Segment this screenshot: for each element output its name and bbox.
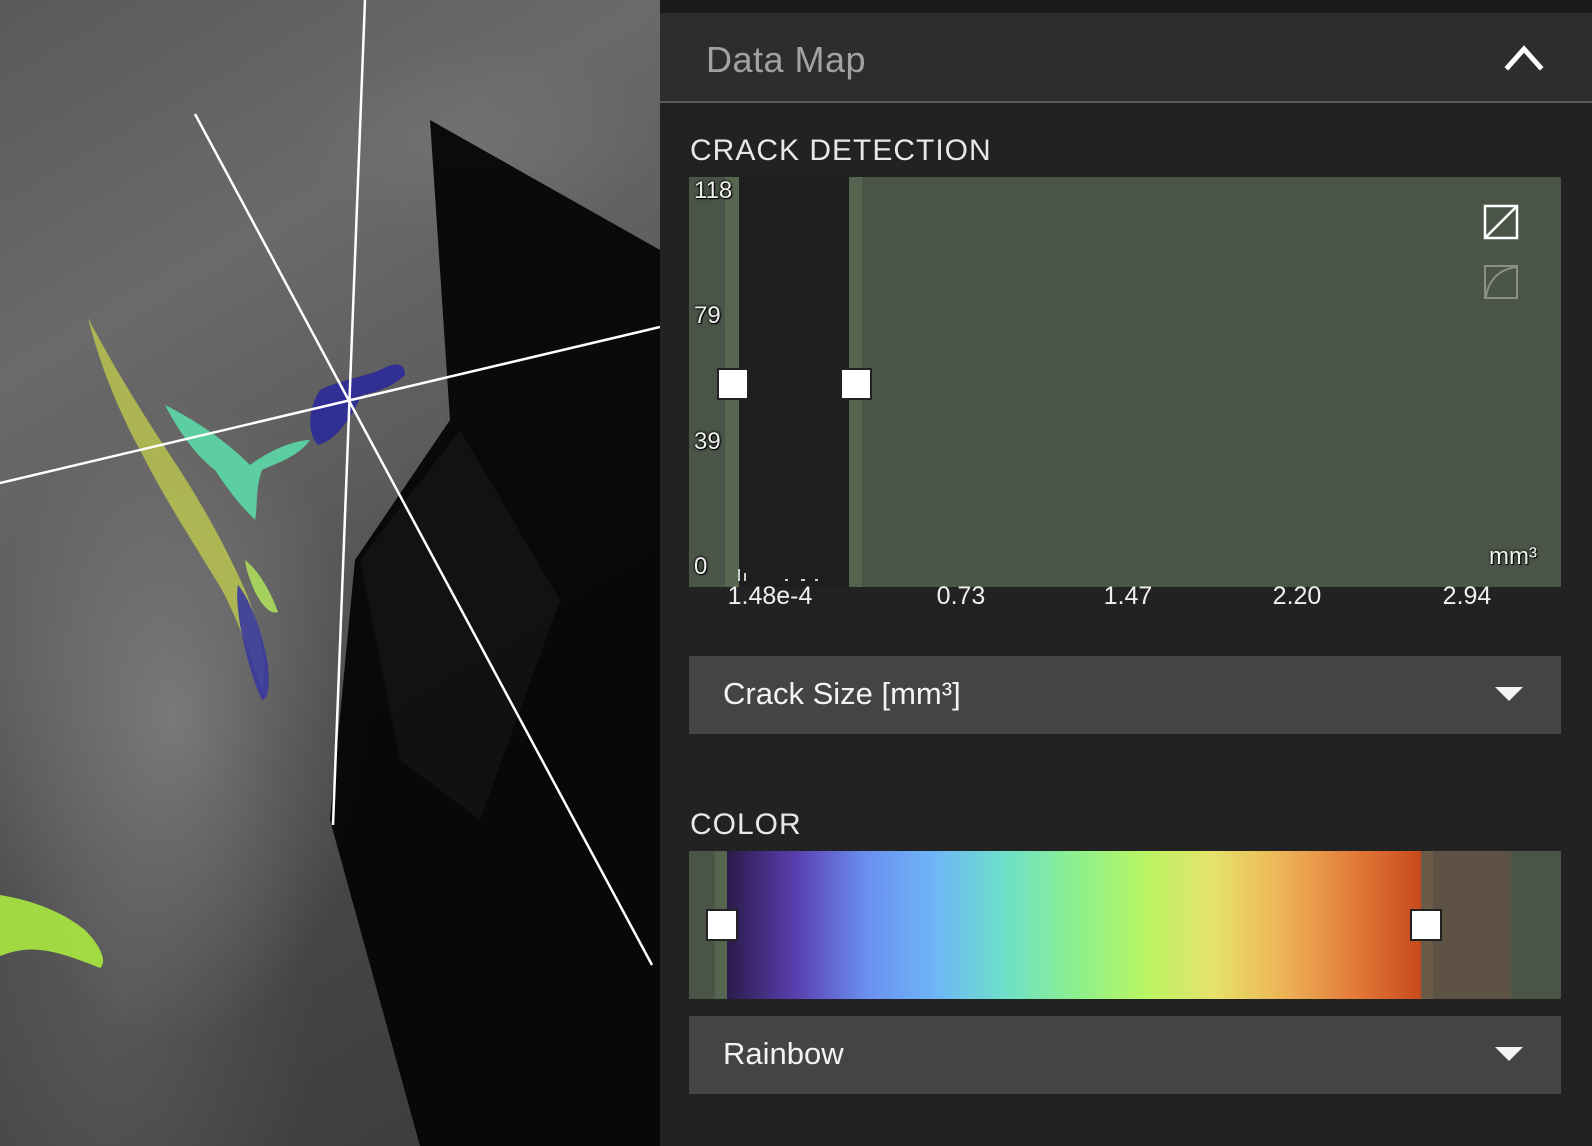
colormap-dropdown-value: Rainbow (723, 1036, 844, 1071)
y-tick-label: 0 (694, 553, 708, 580)
x-tick-label: 1.47 (1103, 582, 1153, 610)
chevron-up-icon (1504, 45, 1544, 71)
crack-detection-label: CRACK DETECTION (690, 134, 992, 167)
y-tick-label: 79 (694, 302, 721, 329)
crack-size-histogram[interactable]: 118 79 39 0 mm³ (689, 177, 1561, 587)
data-map-panel: Data Map CRACK DETECTION 118 79 39 0 mm³ (660, 0, 1592, 1146)
histogram-bar (744, 573, 746, 581)
histogram-bar (785, 579, 788, 581)
crack-cluster-lower (0, 895, 104, 968)
3d-viewport[interactable] (0, 0, 660, 1146)
histogram-bar (815, 579, 818, 581)
color-max-handle[interactable] (1410, 909, 1442, 941)
histogram-min-handle[interactable] (717, 368, 749, 400)
histogram-unit-label: mm³ (1489, 543, 1537, 570)
x-tick-label: 1.48e-4 (727, 582, 813, 610)
x-tick-label: 2.94 (1442, 582, 1492, 610)
histogram-max-handle[interactable] (840, 368, 872, 400)
panel-header[interactable]: Data Map (660, 13, 1592, 103)
panel-title: Data Map (706, 39, 867, 80)
scene-svg (0, 0, 660, 1146)
log-scale-icon[interactable] (1483, 264, 1519, 305)
rainbow-gradient (727, 851, 1421, 999)
y-tick-label: 118 (694, 177, 733, 204)
y-tick-label: 39 (694, 428, 721, 455)
color-range-bar[interactable] (689, 851, 1561, 999)
histogram-bar (801, 579, 805, 581)
caret-down-icon (1495, 1047, 1523, 1061)
panel-top-strip (660, 0, 1592, 13)
histogram-selected-region (849, 177, 1561, 587)
color-label: COLOR (690, 808, 802, 841)
x-tick-label: 0.73 (936, 582, 986, 610)
caret-down-icon (1495, 687, 1523, 701)
collapse-button[interactable] (1500, 35, 1548, 79)
linear-scale-icon[interactable] (1483, 204, 1519, 245)
x-tick-label: 2.20 (1272, 582, 1322, 610)
color-min-handle[interactable] (706, 909, 738, 941)
histogram-bar (738, 569, 740, 581)
colormap-dropdown[interactable]: Rainbow (689, 1016, 1561, 1094)
attribute-dropdown[interactable]: Crack Size [mm³] (689, 656, 1561, 734)
attribute-dropdown-value: Crack Size [mm³] (723, 676, 961, 711)
